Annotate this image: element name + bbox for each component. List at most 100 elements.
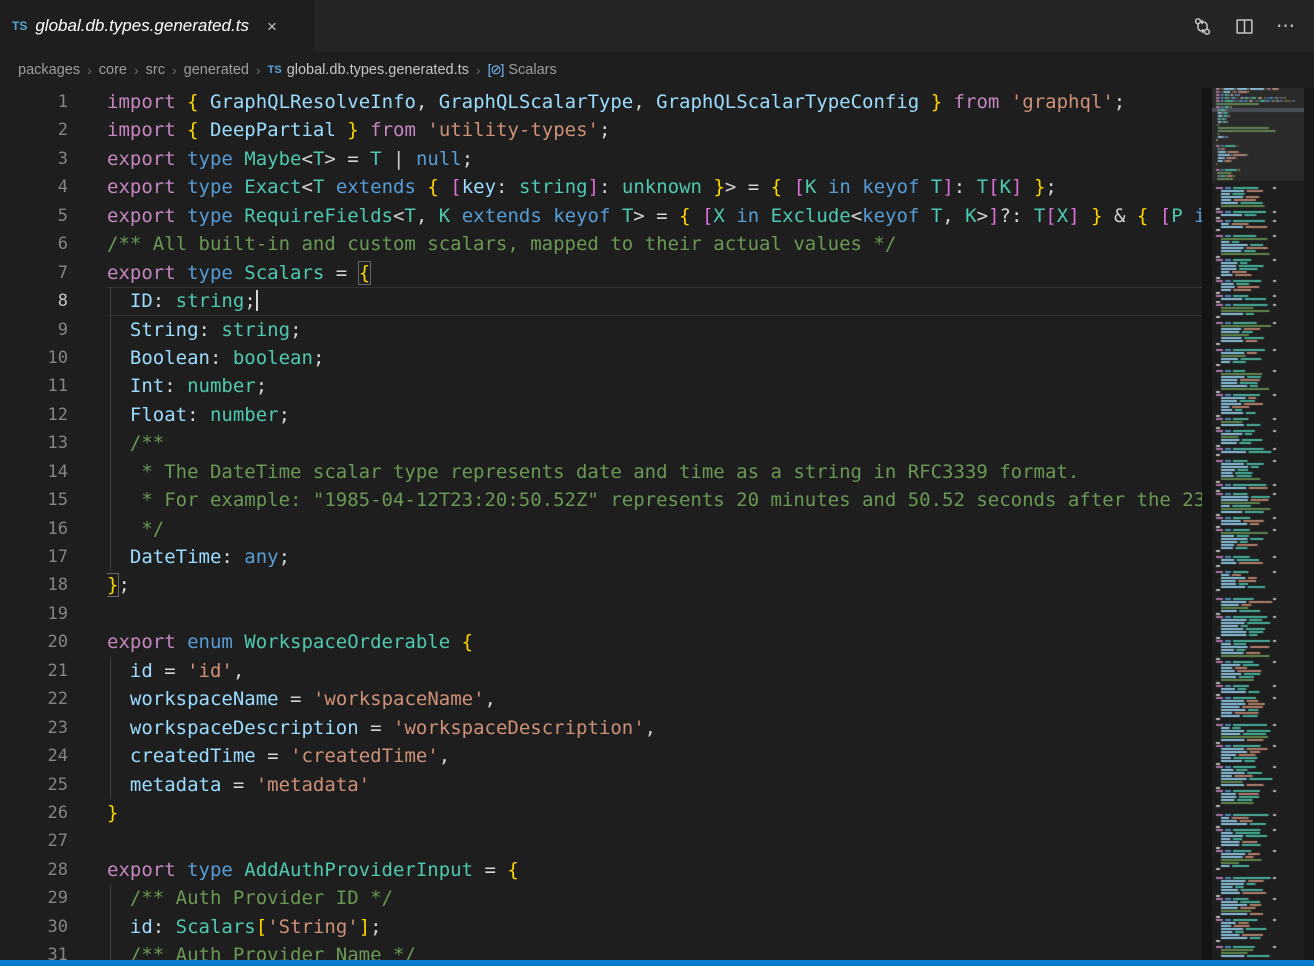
code-line[interactable]: 2import { DeepPartial } from 'utility-ty… [0, 116, 1202, 144]
code-editor[interactable]: 1import { GraphQLResolveInfo, GraphQLSca… [0, 88, 1202, 960]
line-number: 9 [0, 316, 107, 344]
code-text: metadata = 'metadata' [107, 771, 1202, 799]
code-line[interactable]: 22 workspaceName = 'workspaceName', [0, 685, 1202, 713]
code-line[interactable]: 16 */ [0, 515, 1202, 543]
code-line[interactable]: 23 workspaceDescription = 'workspaceDesc… [0, 714, 1202, 742]
code-text: String: string; [107, 316, 1202, 344]
breadcrumb-item-packages[interactable]: packages [18, 62, 80, 78]
line-number: 31 [0, 941, 107, 960]
code-line[interactable]: 4export type Exact<T extends { [key: str… [0, 173, 1202, 201]
line-number: 22 [0, 685, 107, 713]
breadcrumb-separator: › [87, 62, 92, 78]
code-line[interactable]: 10 Boolean: boolean; [0, 344, 1202, 372]
line-number: 21 [0, 657, 107, 685]
code-text: export enum WorkspaceOrderable { [107, 628, 1202, 656]
code-text: /** Auth Provider ID */ [107, 884, 1202, 912]
breadcrumb-item-src[interactable]: src [146, 62, 165, 78]
code-text: export type Scalars = { [107, 259, 1202, 287]
line-number: 19 [0, 600, 107, 628]
minimap[interactable] [1212, 88, 1304, 960]
code-line[interactable]: 26} [0, 799, 1202, 827]
line-number: 23 [0, 714, 107, 742]
code-line[interactable]: 17 DateTime: any; [0, 543, 1202, 571]
line-number: 14 [0, 458, 107, 486]
code-line[interactable]: 18}; [0, 571, 1202, 599]
line-number: 29 [0, 884, 107, 912]
code-line[interactable]: 7export type Scalars = { [0, 259, 1202, 287]
status-bar[interactable] [0, 960, 1314, 966]
code-text: ID: string; [107, 287, 1202, 315]
breadcrumb-separator: › [256, 62, 261, 78]
breadcrumb-label: core [99, 62, 127, 78]
code-text: }; [107, 571, 1202, 599]
code-line[interactable]: 11 Int: number; [0, 372, 1202, 400]
line-number: 30 [0, 913, 107, 941]
code-line[interactable]: 12 Float: number; [0, 401, 1202, 429]
tab-bar: TS global.db.types.generated.ts × ⋯ [0, 0, 1314, 52]
split-editor-icon[interactable] [1230, 12, 1258, 40]
code-line[interactable]: 3export type Maybe<T> = T | null; [0, 145, 1202, 173]
code-line[interactable]: 1import { GraphQLResolveInfo, GraphQLSca… [0, 88, 1202, 116]
code-text [107, 827, 1202, 855]
tab-title: global.db.types.generated.ts [35, 16, 249, 36]
code-line[interactable]: 27 [0, 827, 1202, 855]
code-text: export type Maybe<T> = T | null; [107, 145, 1202, 173]
more-actions-icon[interactable]: ⋯ [1272, 12, 1300, 40]
editor-right-edge [1304, 88, 1314, 960]
line-number: 8 [0, 287, 107, 315]
code-line[interactable]: 5export type RequireFields<T, K extends … [0, 202, 1202, 230]
code-line[interactable]: 24 createdTime = 'createdTime', [0, 742, 1202, 770]
code-text [107, 600, 1202, 628]
breadcrumb-separator: › [476, 62, 481, 78]
code-text: workspaceDescription = 'workspaceDescrip… [107, 714, 1202, 742]
code-line[interactable]: 31 /** Auth Provider Name */ [0, 941, 1202, 960]
code-line[interactable]: 29 /** Auth Provider ID */ [0, 884, 1202, 912]
code-line[interactable]: 30 id: Scalars['String']; [0, 913, 1202, 941]
code-text: Boolean: boolean; [107, 344, 1202, 372]
code-line[interactable]: 19 [0, 600, 1202, 628]
scrollbar[interactable] [1202, 88, 1212, 960]
line-number: 1 [0, 88, 107, 116]
code-line[interactable]: 6/** All built-in and custom scalars, ma… [0, 230, 1202, 258]
breadcrumb-label: packages [18, 62, 80, 78]
code-text: export type AddAuthProviderInput = { [107, 856, 1202, 884]
line-number: 27 [0, 827, 107, 855]
breadcrumb-item-generated[interactable]: generated [184, 62, 249, 78]
breadcrumb-label: Scalars [508, 62, 556, 78]
close-tab-icon[interactable]: × [263, 16, 281, 37]
code-text: /** Auth Provider Name */ [107, 941, 1202, 960]
minimap-canvas [1212, 88, 1304, 960]
breadcrumb-label: src [146, 62, 165, 78]
line-number: 25 [0, 771, 107, 799]
code-line[interactable]: 20export enum WorkspaceOrderable { [0, 628, 1202, 656]
code-line[interactable]: 8 ID: string; [0, 287, 1202, 315]
type-symbol-icon: [⊘] [488, 62, 504, 78]
code-line[interactable]: 9 String: string; [0, 316, 1202, 344]
code-text: workspaceName = 'workspaceName', [107, 685, 1202, 713]
code-line[interactable]: 25 metadata = 'metadata' [0, 771, 1202, 799]
code-text: export type RequireFields<T, K extends k… [107, 202, 1202, 230]
code-text: DateTime: any; [107, 543, 1202, 571]
code-text: * The DateTime scalar type represents da… [107, 458, 1202, 486]
line-number: 17 [0, 543, 107, 571]
breadcrumb-item-core[interactable]: core [99, 62, 127, 78]
editor-actions: ⋯ [1188, 0, 1314, 52]
code-line[interactable]: 14 * The DateTime scalar type represents… [0, 458, 1202, 486]
line-number: 26 [0, 799, 107, 827]
breadcrumb-separator: › [172, 62, 177, 78]
ts-file-icon: TS [268, 64, 282, 76]
code-text: import { GraphQLResolveInfo, GraphQLScal… [107, 88, 1202, 116]
code-line[interactable]: 28export type AddAuthProviderInput = { [0, 856, 1202, 884]
code-text: Float: number; [107, 401, 1202, 429]
code-line[interactable]: 21 id = 'id', [0, 657, 1202, 685]
minimap-slider[interactable] [1212, 88, 1304, 181]
code-line[interactable]: 15 * For example: "1985-04-12T23:20:50.5… [0, 486, 1202, 514]
code-text: id: Scalars['String']; [107, 913, 1202, 941]
breadcrumb-item-global-db-types-generated-ts[interactable]: TSglobal.db.types.generated.ts [268, 62, 469, 78]
code-line[interactable]: 13 /** [0, 429, 1202, 457]
open-changes-icon[interactable] [1188, 12, 1216, 40]
line-number: 13 [0, 429, 107, 457]
breadcrumb-item-scalars[interactable]: [⊘]Scalars [488, 62, 557, 78]
code-text: Int: number; [107, 372, 1202, 400]
editor-tab[interactable]: TS global.db.types.generated.ts × [0, 0, 314, 52]
